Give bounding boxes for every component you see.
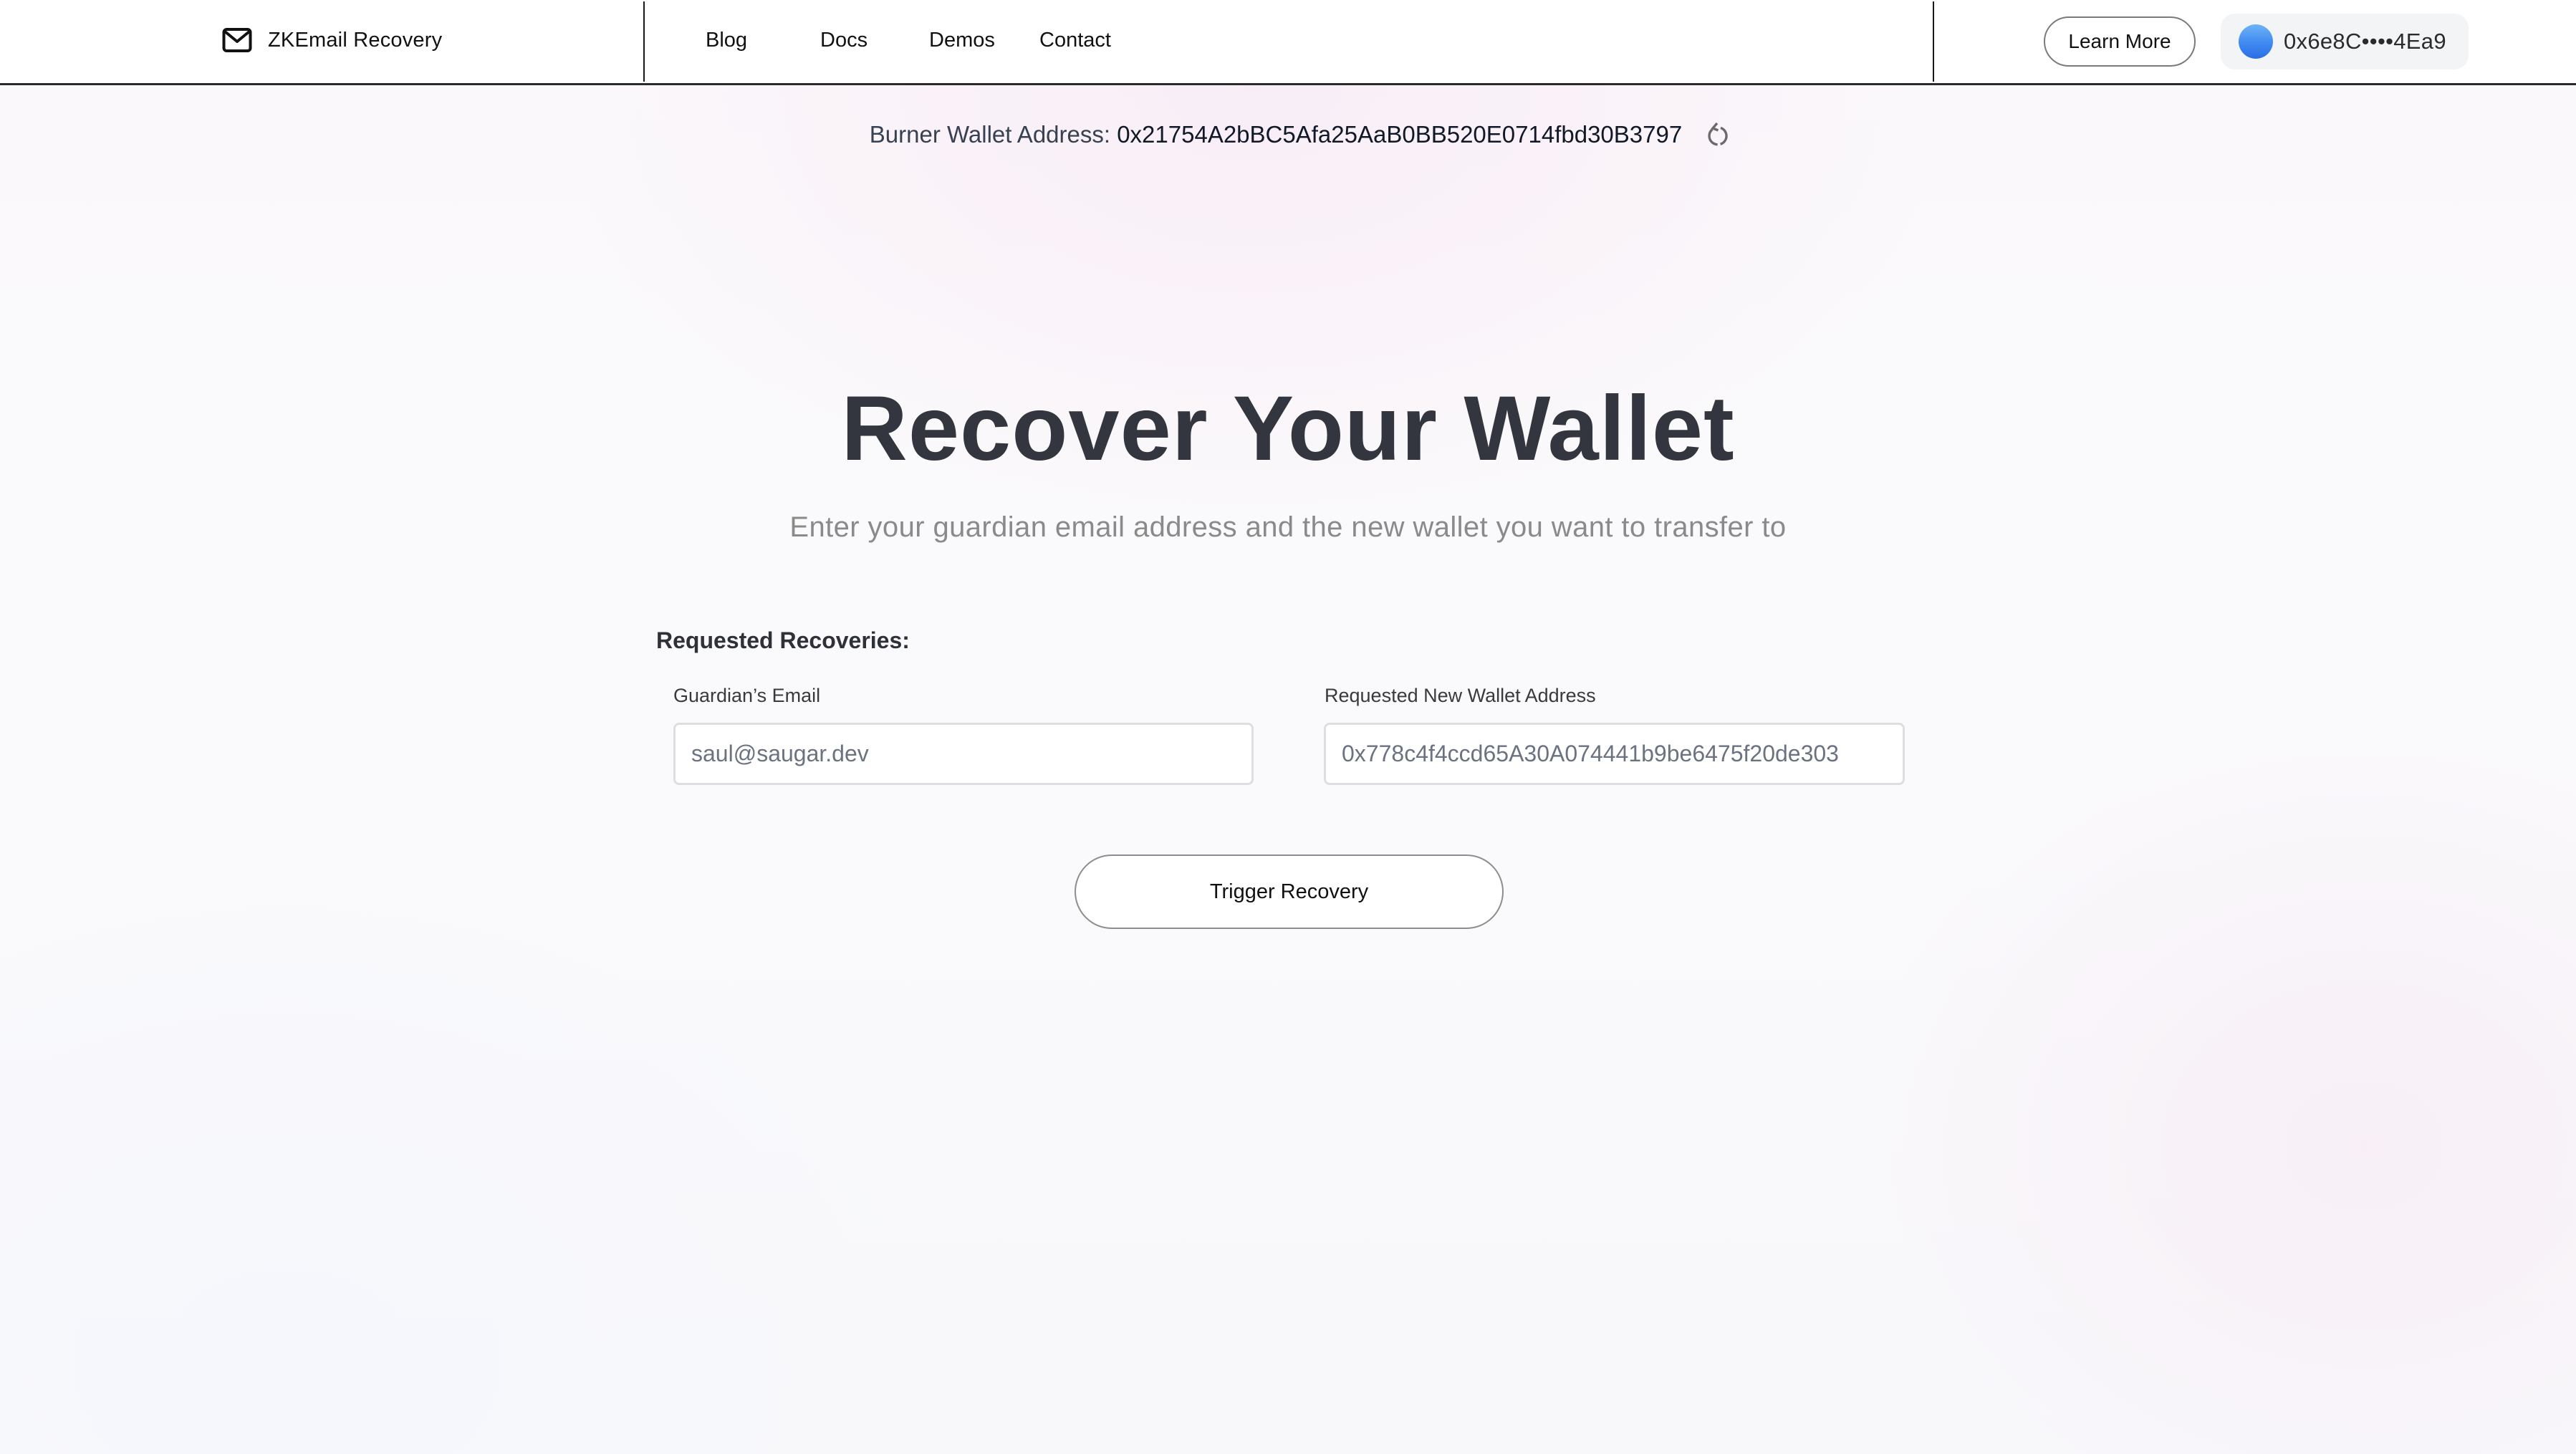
trigger-recovery-button[interactable]: Trigger Recovery (1075, 854, 1504, 929)
top-navbar: ZKEmail Recovery Blog Docs Demos Contact… (0, 0, 2576, 85)
requested-recoveries-heading: Requested Recoveries: (656, 627, 910, 653)
new-wallet-address-input[interactable] (1324, 723, 1905, 785)
burner-wallet-bar: Burner Wallet Address: 0x21754A2bBC5Afa2… (0, 120, 2576, 149)
burner-wallet-address: 0x21754A2bBC5Afa25AaB0BB520E0714fbd30B37… (1117, 121, 1683, 148)
nav-link-contact[interactable]: Contact (1039, 29, 1111, 52)
nav-link-demos[interactable]: Demos (929, 29, 995, 52)
nav-link-blog[interactable]: Blog (706, 29, 747, 52)
header-divider-right (1933, 1, 1934, 82)
wallet-short-address: 0x6e8C••••4Ea9 (2284, 29, 2446, 54)
header-divider-left (643, 1, 645, 82)
app-title: ZKEmail Recovery (268, 28, 443, 52)
refresh-icon[interactable] (1702, 120, 1731, 149)
app-logo-link[interactable]: ZKEmail Recovery (222, 27, 442, 53)
page-subtitle: Enter your guardian email address and th… (789, 511, 1787, 543)
page-title: Recover Your Wallet (841, 377, 1735, 480)
mail-icon (222, 27, 252, 53)
connected-wallet-button[interactable]: 0x6e8C••••4Ea9 (2221, 14, 2469, 69)
new-wallet-address-label: Requested New Wallet Address (1325, 685, 1596, 706)
nav-link-docs[interactable]: Docs (820, 29, 868, 52)
learn-more-button[interactable]: Learn More (2044, 16, 2196, 67)
guardian-email-input[interactable] (673, 723, 1254, 785)
wallet-avatar-icon (2239, 24, 2273, 59)
guardian-email-label: Guardian’s Email (673, 685, 821, 706)
burner-wallet-label: Burner Wallet Address: (869, 121, 1118, 148)
